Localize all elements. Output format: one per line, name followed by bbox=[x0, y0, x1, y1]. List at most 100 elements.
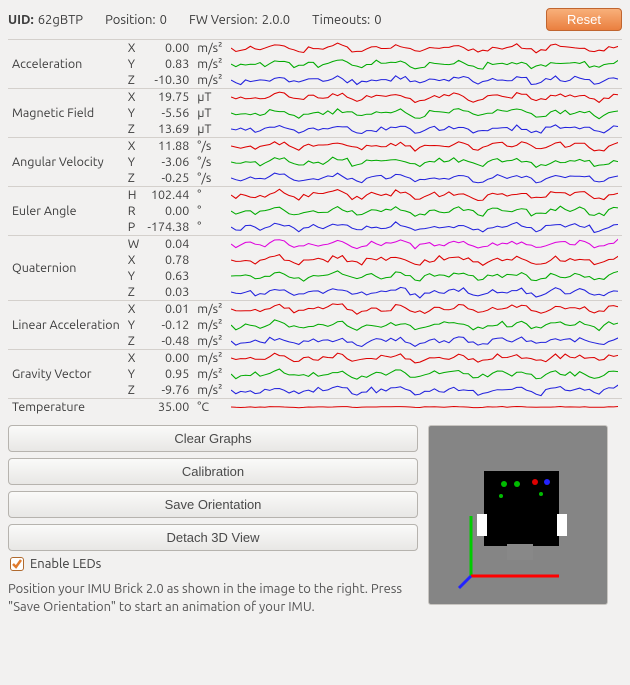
value-cell: 0.04 bbox=[143, 236, 193, 253]
unit-cell bbox=[193, 252, 226, 268]
value-cell: 0.00 bbox=[143, 350, 193, 367]
value-cell: 0.00 bbox=[143, 40, 193, 57]
enable-leds-checkbox[interactable] bbox=[10, 557, 24, 571]
value-cell: -174.38 bbox=[143, 219, 193, 236]
graph-cell bbox=[227, 268, 622, 284]
table-row: Magnetic FieldX19.75µT bbox=[8, 89, 622, 106]
value-cell: 0.83 bbox=[143, 56, 193, 72]
unit-cell bbox=[193, 236, 226, 253]
value-cell: -0.25 bbox=[143, 170, 193, 187]
sensor-graph bbox=[231, 333, 618, 349]
table-row: Gravity VectorX0.00m/s² bbox=[8, 350, 622, 367]
axis-label bbox=[124, 399, 144, 416]
unit-cell: m/s² bbox=[193, 366, 226, 382]
header-bar: UID: 62gBTP Position: 0 FW Version: 2.0.… bbox=[8, 8, 622, 31]
sensor-graph bbox=[231, 399, 618, 415]
unit-cell: ° bbox=[193, 203, 226, 219]
value-cell: -9.76 bbox=[143, 382, 193, 399]
sensor-graph bbox=[231, 72, 618, 88]
axis-label: Y bbox=[124, 317, 144, 333]
sensor-graph bbox=[231, 154, 618, 170]
graph-cell bbox=[227, 89, 622, 106]
unit-cell: m/s² bbox=[193, 56, 226, 72]
graph-cell bbox=[227, 121, 622, 138]
axis-label: Y bbox=[124, 154, 144, 170]
graph-cell bbox=[227, 170, 622, 187]
value-cell: 13.69 bbox=[143, 121, 193, 138]
graph-cell bbox=[227, 154, 622, 170]
save-orientation-button[interactable]: Save Orientation bbox=[8, 491, 418, 518]
sensor-graph bbox=[231, 317, 618, 333]
axis-label: W bbox=[124, 236, 144, 253]
axis-label: X bbox=[124, 40, 144, 57]
sensor-name-cell: Quaternion bbox=[8, 236, 124, 301]
axis-label: X bbox=[124, 301, 144, 318]
axis-label: H bbox=[124, 187, 144, 204]
unit-cell: °/s bbox=[193, 154, 226, 170]
graph-cell bbox=[227, 187, 622, 204]
axis-label: X bbox=[124, 89, 144, 106]
unit-cell: °/s bbox=[193, 138, 226, 155]
unit-cell: m/s² bbox=[193, 317, 226, 333]
value-cell: -3.06 bbox=[143, 154, 193, 170]
unit-cell: m/s² bbox=[193, 72, 226, 89]
table-row: Linear AccelerationX0.01m/s² bbox=[8, 301, 622, 318]
timeouts-value: 0 bbox=[374, 13, 381, 27]
reset-button[interactable]: Reset bbox=[546, 8, 622, 31]
sensor-data-table: AccelerationX0.00m/s²Y0.83m/s²Z-10.30m/s… bbox=[8, 39, 622, 415]
graph-cell bbox=[227, 333, 622, 350]
sensor-graph bbox=[231, 56, 618, 72]
sensor-graph bbox=[231, 382, 618, 398]
sensor-name-cell: Euler Angle bbox=[8, 187, 124, 236]
table-row: Temperature 35.00°C bbox=[8, 399, 622, 416]
axis-label: X bbox=[124, 252, 144, 268]
unit-cell: m/s² bbox=[193, 350, 226, 367]
sensor-graph bbox=[231, 219, 618, 235]
sensor-graph bbox=[231, 121, 618, 137]
unit-cell: µT bbox=[193, 89, 226, 106]
value-cell: -0.48 bbox=[143, 333, 193, 350]
unit-cell: °C bbox=[193, 399, 226, 416]
clear-graphs-button[interactable]: Clear Graphs bbox=[8, 425, 418, 452]
table-row: QuaternionW0.04 bbox=[8, 236, 622, 253]
value-cell: 0.03 bbox=[143, 284, 193, 301]
graph-cell bbox=[227, 40, 622, 57]
axis-label: X bbox=[124, 138, 144, 155]
sensor-graph bbox=[231, 40, 618, 56]
axis-label: Z bbox=[124, 333, 144, 350]
sensor-name-cell: Temperature bbox=[8, 399, 124, 416]
check-icon bbox=[12, 559, 22, 569]
value-cell: -0.12 bbox=[143, 317, 193, 333]
sensor-name-cell: Acceleration bbox=[8, 40, 124, 89]
unit-cell bbox=[193, 268, 226, 284]
value-cell: 35.00 bbox=[143, 399, 193, 416]
uid-label: UID: bbox=[8, 13, 34, 27]
graph-cell bbox=[227, 382, 622, 399]
sensor-name-cell: Angular Velocity bbox=[8, 138, 124, 187]
graph-cell bbox=[227, 399, 622, 416]
enable-leds-label: Enable LEDs bbox=[30, 557, 101, 571]
table-row: AccelerationX0.00m/s² bbox=[8, 40, 622, 57]
axis-label: Y bbox=[124, 56, 144, 72]
detach-3d-view-button[interactable]: Detach 3D View bbox=[8, 524, 418, 551]
fw-label: FW Version: bbox=[189, 13, 258, 27]
calibration-button[interactable]: Calibration bbox=[8, 458, 418, 485]
sensor-graph bbox=[231, 268, 618, 284]
axis-label: P bbox=[124, 219, 144, 236]
3d-orientation-icon bbox=[429, 426, 609, 606]
uid-value: 62gBTP bbox=[38, 13, 83, 27]
graph-cell bbox=[227, 72, 622, 89]
unit-cell: m/s² bbox=[193, 40, 226, 57]
unit-cell: m/s² bbox=[193, 301, 226, 318]
sensor-name-cell: Gravity Vector bbox=[8, 350, 124, 399]
value-cell: 0.00 bbox=[143, 203, 193, 219]
sensor-graph bbox=[231, 105, 618, 121]
unit-cell: °/s bbox=[193, 170, 226, 187]
sensor-graph bbox=[231, 350, 618, 366]
axis-label: Z bbox=[124, 284, 144, 301]
timeouts-label: Timeouts: bbox=[312, 13, 370, 27]
sensor-graph bbox=[231, 138, 618, 154]
3d-view-panel[interactable] bbox=[428, 425, 608, 605]
position-label: Position: bbox=[105, 13, 156, 27]
sensor-graph bbox=[231, 252, 618, 268]
